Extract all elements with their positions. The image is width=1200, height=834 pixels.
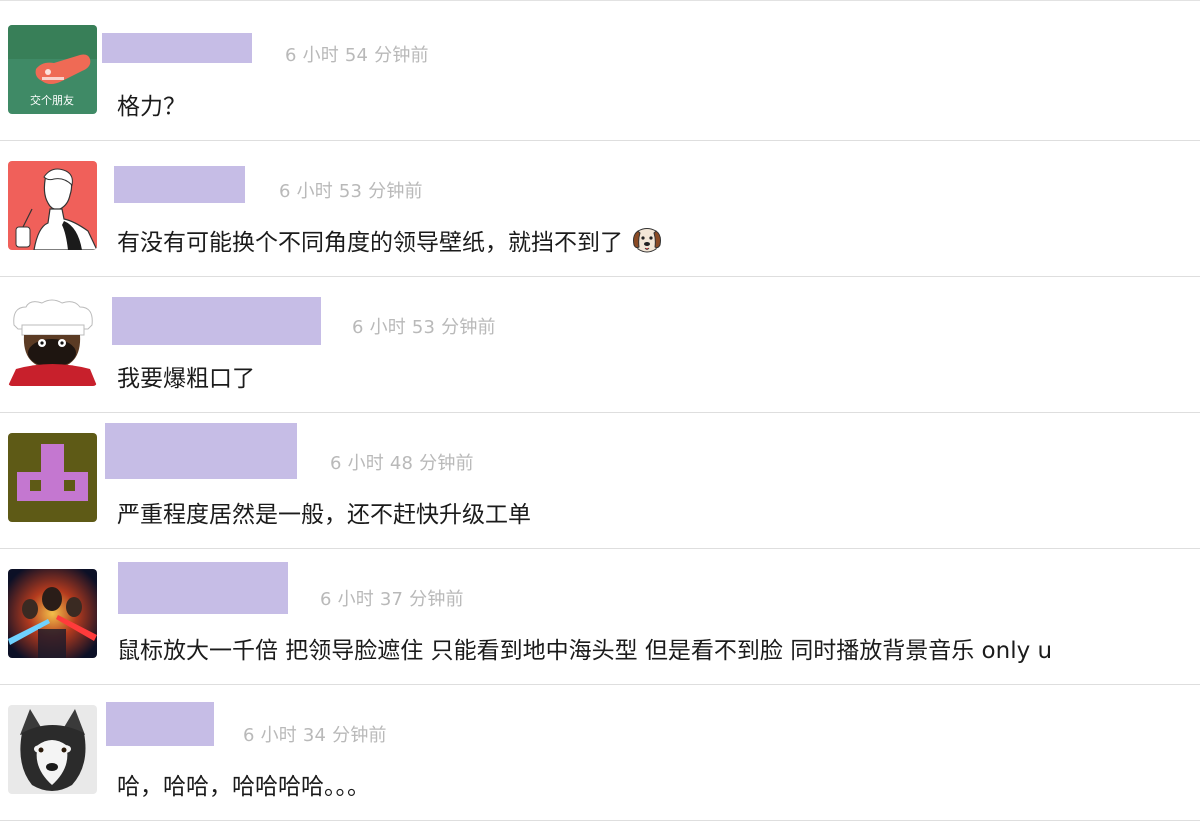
dog-emoji-icon (632, 227, 662, 255)
comment-item: 6 小时 48 分钟前 严重程度居然是一般，还不赶快升级工单 (0, 413, 1200, 549)
comment-text: 鼠标放大一千倍 把领导脸遮住 只能看到地中海头型 但是看不到脸 同时播放背景音乐… (117, 638, 1053, 664)
comment-timestamp: 6 小时 54 分钟前 (285, 45, 429, 66)
husky-dog-avatar-icon[interactable] (8, 705, 97, 794)
comment-item: 交个朋友 6 小时 54 分钟前 格力？ (0, 5, 1200, 141)
comment-timestamp: 6 小时 53 分钟前 (279, 181, 423, 202)
red-avatar-sketch-person-icon[interactable] (8, 161, 97, 250)
username-redacted[interactable] (106, 702, 214, 746)
username-redacted[interactable] (105, 423, 297, 479)
comment-text: 我要爆粗口了 (117, 366, 255, 392)
comment-text: 格力？ (117, 94, 186, 120)
starwars-poster-avatar-icon[interactable] (8, 569, 97, 658)
comment-item: 6 小时 53 分钟前 有没有可能换个不同角度的领导壁纸，就挡不到了 (0, 141, 1200, 277)
comment-timestamp: 6 小时 48 分钟前 (330, 453, 474, 474)
comment-timestamp: 6 小时 37 分钟前 (320, 589, 464, 610)
green-avatar-hand-icon[interactable]: 交个朋友 (8, 25, 97, 114)
username-redacted[interactable] (102, 33, 252, 63)
svg-text:交个朋友: 交个朋友 (30, 93, 74, 107)
username-redacted[interactable] (112, 297, 321, 345)
comment-item: 6 小时 34 分钟前 哈，哈哈，哈哈哈哈。。。 (0, 685, 1200, 821)
comment-timestamp: 6 小时 53 分钟前 (352, 317, 496, 338)
purple-pixel-identicon[interactable] (8, 433, 97, 522)
comment-text: 严重程度居然是一般，还不赶快升级工单 (117, 502, 531, 528)
comment-timestamp: 6 小时 34 分钟前 (243, 725, 387, 746)
username-redacted[interactable] (118, 562, 288, 614)
comment-item: 6 小时 37 分钟前 鼠标放大一千倍 把领导脸遮住 只能看到地中海头型 但是看… (0, 549, 1200, 685)
comment-text: 哈，哈哈，哈哈哈哈。。。 (117, 774, 370, 800)
comment-list: 交个朋友 6 小时 54 分钟前 格力？ 6 小时 53 分钟前 有没有可能换个… (0, 0, 1200, 834)
comment-item: 6 小时 53 分钟前 我要爆粗口了 (0, 277, 1200, 413)
username-redacted[interactable] (114, 166, 245, 203)
comment-text-body: 有没有可能换个不同角度的领导壁纸，就挡不到了 (117, 230, 623, 256)
comment-text: 有没有可能换个不同角度的领导壁纸，就挡不到了 (117, 223, 662, 257)
chef-cartoon-avatar-icon[interactable] (8, 297, 97, 386)
